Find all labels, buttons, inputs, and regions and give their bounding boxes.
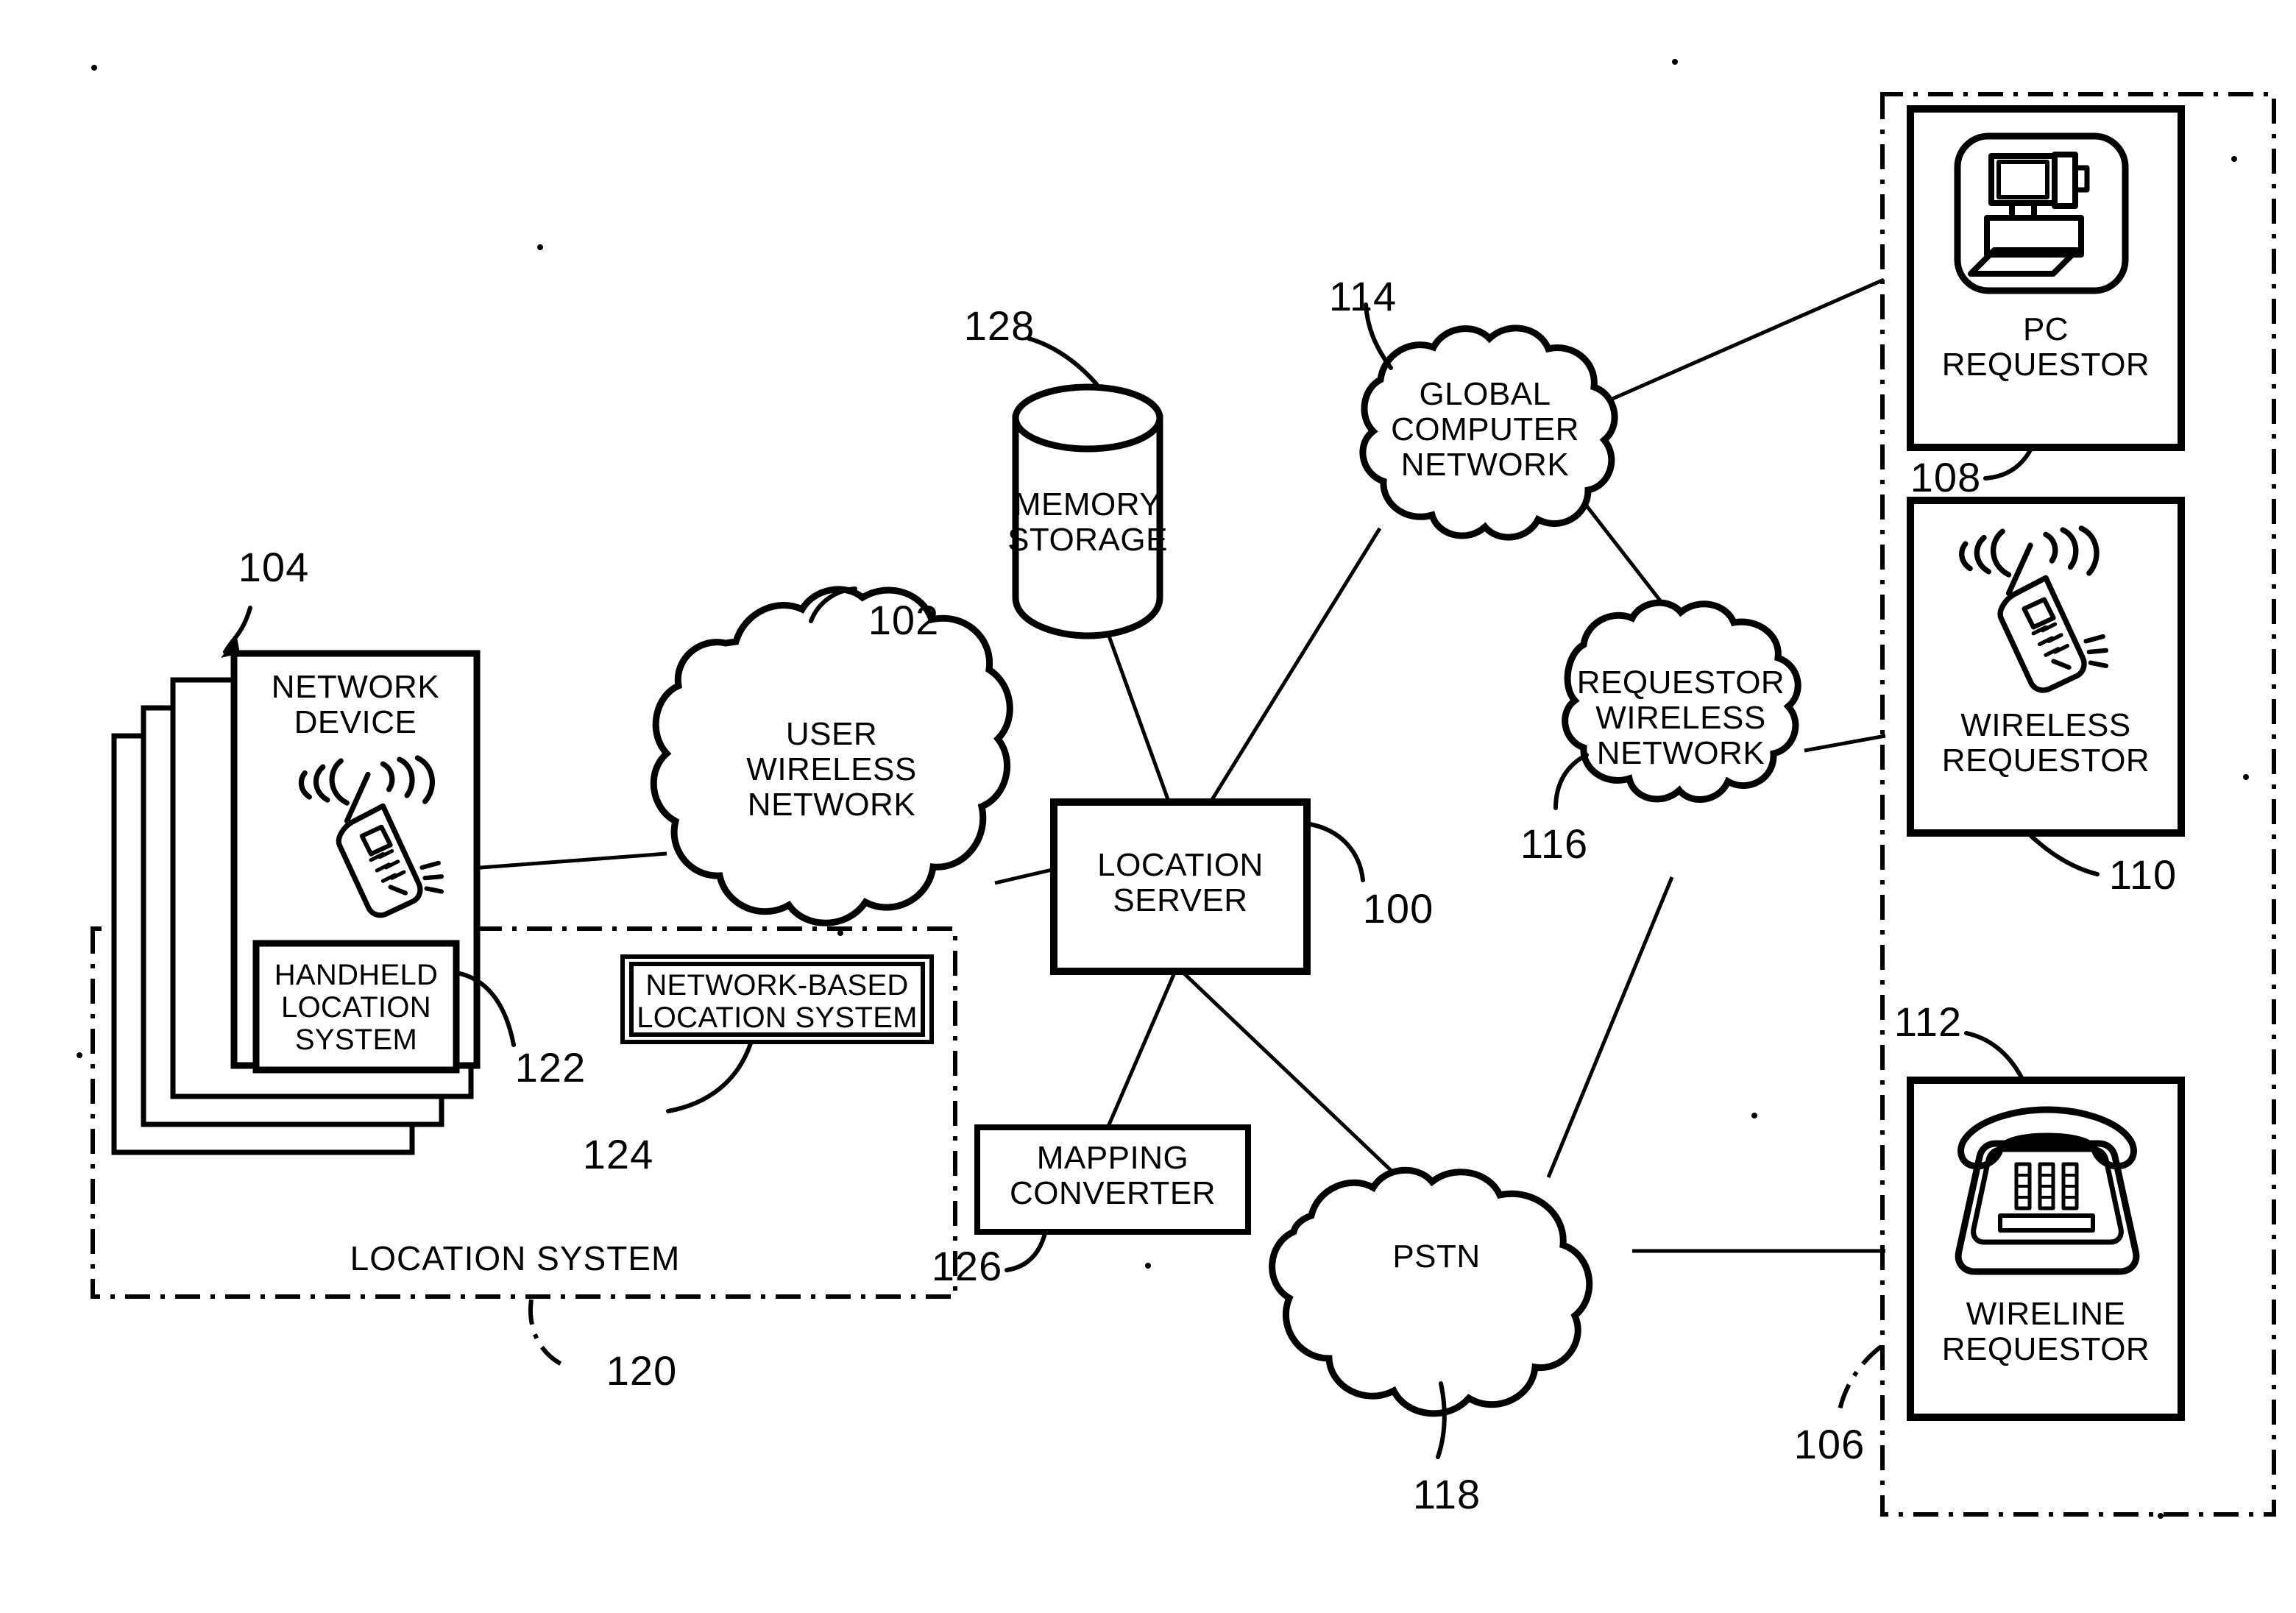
- link-server-to-gcn: [1205, 527, 1382, 809]
- ref-114-label: 114: [1329, 273, 1397, 319]
- handheld-location-system-label-line1: HANDHELD: [274, 959, 438, 991]
- scan-speck: [1145, 1263, 1151, 1269]
- ref-112-leader: [1964, 1031, 2024, 1081]
- ref-102-label: 102: [868, 597, 939, 643]
- handheld-location-system-label-line3: SYSTEM: [295, 1024, 417, 1056]
- ref-112-label: 112: [1894, 999, 1962, 1045]
- ref-118-label: 118: [1413, 1471, 1481, 1517]
- scan-speck: [537, 244, 543, 250]
- wireline-requestor-label-line1: WIRELINE: [1966, 1296, 2126, 1332]
- location-server-label-line1: LOCATION: [1097, 847, 1264, 883]
- ref-124-leader: [666, 1041, 753, 1113]
- link-req-wireless-to-wireless-requestor: [1804, 734, 1886, 753]
- link-device-to-user-network: [470, 851, 667, 871]
- ref-108-leader: [1983, 447, 2033, 481]
- network-device-label-line1: NETWORK: [272, 669, 439, 705]
- pc-requestor-label-line2: REQUESTOR: [1942, 347, 2150, 383]
- handheld-location-system-label-line2: LOCATION: [281, 991, 431, 1024]
- ref-124-label: 124: [583, 1131, 653, 1177]
- mapping-converter-label-line1: MAPPING: [1037, 1140, 1188, 1176]
- wireless-requestor-label-line2: REQUESTOR: [1942, 742, 2150, 779]
- requestor-wireless-network-label-line1: REQUESTOR: [1577, 664, 1785, 701]
- ref-110-leader: [2029, 834, 2100, 876]
- pstn-cloud: [1269, 1166, 1593, 1417]
- patent-figure: NETWORK DEVICE HANDHELD LOCATION SYSTEM: [0, 0, 2296, 1613]
- link-req-wireless-to-pstn: [1546, 876, 1674, 1178]
- ref-120-leader: [528, 1299, 570, 1369]
- network-based-location-system-label-line1: NETWORK-BASED: [645, 969, 908, 1002]
- pstn-label: PSTN: [1392, 1238, 1480, 1275]
- scan-speck: [2243, 774, 2249, 780]
- scan-speck: [2158, 1513, 2164, 1519]
- location-server-label-line2: SERVER: [1113, 882, 1247, 918]
- ref-108-label: 108: [1910, 454, 1981, 500]
- link-server-to-mapping: [1103, 972, 1177, 1134]
- ref-126-leader: [1005, 1231, 1047, 1272]
- wireline-requestor-label-line2: REQUESTOR: [1942, 1331, 2150, 1367]
- ref-100-leader: [1308, 822, 1365, 882]
- wireless-requestor-label-line1: WIRELESS: [1960, 707, 2130, 743]
- user-wireless-network-label-line1: USER: [786, 716, 877, 752]
- ref-120-label: 120: [606, 1347, 677, 1394]
- global-computer-network-label-line3: NETWORK: [1401, 447, 1569, 483]
- ref-128-leader: [1027, 336, 1099, 386]
- user-wireless-network-label-line2: WIRELESS: [746, 751, 916, 787]
- ref-116-leader: [1553, 753, 1589, 810]
- ref-106-leader: [1838, 1344, 1882, 1411]
- memory-storage-label-line2: STORAGE: [1007, 522, 1168, 558]
- network-based-location-system-label-line2: LOCATION SYSTEM: [637, 1002, 918, 1034]
- ref-122-label: 122: [515, 1044, 586, 1091]
- ref-126-label: 126: [932, 1243, 1002, 1289]
- ref-128-label: 128: [964, 302, 1035, 349]
- diagram-canvas: NETWORK DEVICE HANDHELD LOCATION SYSTEM: [77, 59, 2276, 1519]
- location-system-group-label: LOCATION SYSTEM: [350, 1239, 681, 1277]
- link-user-network-to-server: [994, 866, 1059, 885]
- mapping-converter-label-line2: CONVERTER: [1010, 1175, 1216, 1211]
- ref-106-label: 106: [1794, 1421, 1865, 1467]
- ref-100-label: 100: [1363, 885, 1434, 932]
- wireless-requestor-box: [1907, 497, 2185, 837]
- scan-speck: [77, 1052, 82, 1058]
- requestor-wireless-network-label-line3: NETWORK: [1597, 735, 1765, 771]
- scan-speck: [837, 930, 843, 936]
- scan-speck: [2231, 156, 2237, 162]
- global-computer-network-label-line1: GLOBAL: [1419, 376, 1551, 412]
- link-gcn-to-pc-requestor: [1581, 277, 1885, 414]
- ref-110-label: 110: [2109, 851, 2177, 898]
- scan-speck: [1751, 1113, 1757, 1119]
- pc-requestor-label-line1: PC: [2023, 311, 2069, 347]
- scan-speck: [91, 65, 97, 71]
- link-memory-to-server: [1099, 613, 1174, 810]
- memory-storage-label-line1: MEMORY: [1014, 486, 1161, 522]
- scan-speck: [1672, 59, 1678, 65]
- global-computer-network-label-line2: COMPUTER: [1391, 411, 1579, 447]
- ref-116-label: 116: [1520, 820, 1588, 867]
- requestor-wireless-network-label-line2: WIRELESS: [1595, 700, 1765, 736]
- user-wireless-network-label-line3: NETWORK: [748, 787, 915, 823]
- ref-104-label: 104: [238, 544, 309, 590]
- network-device-label-line2: DEVICE: [294, 704, 417, 740]
